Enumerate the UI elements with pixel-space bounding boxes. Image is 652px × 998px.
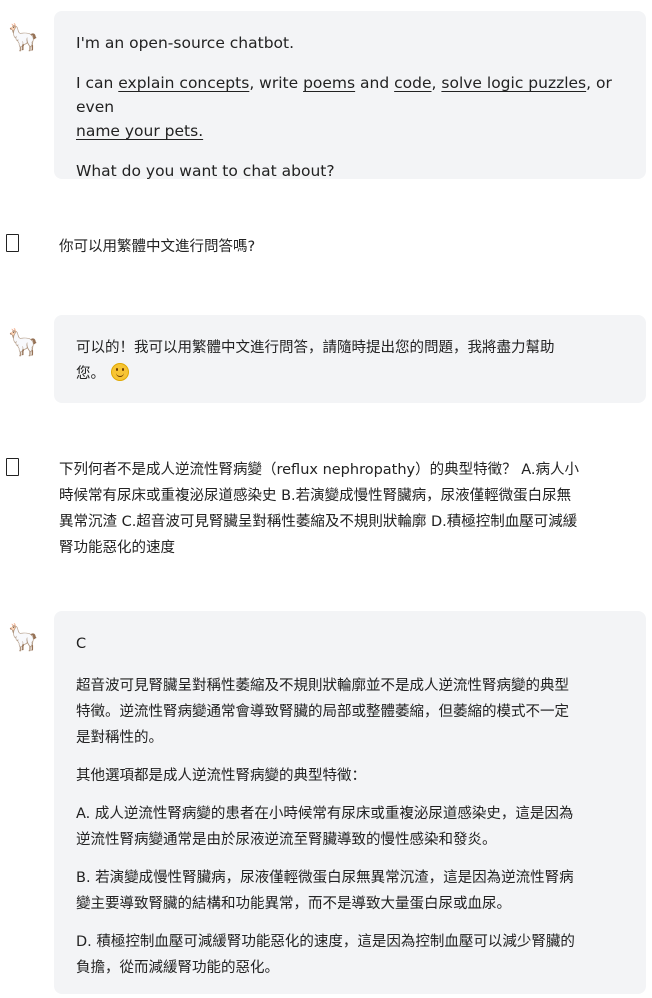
code-link[interactable]: code (394, 74, 431, 92)
text-line: A. 成人逆流性腎病變的患者在小時候常有尿床或重複泌尿道感染史，這是因為 (76, 806, 574, 822)
text-line: 負擔，從而減緩腎功能的惡化。 (76, 960, 279, 976)
text-line: 變主要導致腎臟的結構和功能異常，而不是導致大量蛋白尿或血尿。 (76, 896, 511, 912)
bot-reply-text: 您。 (76, 366, 105, 382)
text-line: 是對稱性的。 (76, 730, 163, 746)
text-segment: , write (249, 74, 304, 92)
bot-reply-line-end: 您。 (76, 361, 624, 387)
solve-logic-puzzles-link[interactable]: solve logic puzzles (441, 74, 586, 92)
text-line: 超音波可見腎臟呈對稱性萎縮及不規則狀輪廓並不是成人逆流性腎病變的典型 (76, 678, 569, 694)
text-segment: and (355, 74, 395, 92)
answer-letter: C (76, 636, 87, 652)
text-segment: , (431, 74, 442, 92)
user-text-line: 下列何者不是成人逆流性腎病變（reflux nephropathy）的典型特徵？… (59, 462, 580, 478)
answer-explanation: 超音波可見腎臟呈對稱性萎縮及不規則狀輪廓並不是成人逆流性腎病變的典型 特徵。逆流… (76, 673, 624, 751)
user-text-line: 時候常有尿床或重複泌尿道感染史 B.若演變成慢性腎臟病，尿液僅輕微蛋白尿無 (59, 488, 572, 504)
user-placeholder-icon (6, 234, 22, 254)
bot-bubble: C 超音波可見腎臟呈對稱性萎縮及不規則狀輪廓並不是成人逆流性腎病變的典型 特徵。… (54, 611, 646, 994)
bot-question-text: What do you want to chat about? (76, 162, 335, 180)
user-avatar-frame (6, 458, 19, 476)
bot-intro-text: I'm an open-source chatbot. (76, 34, 295, 52)
bot-bubble: 可以的！我可以用繁體中文進行問答，請隨時提出您的問題，我將盡力幫助 您。 (54, 315, 646, 403)
chat-log: 🦙 I'm an open-source chatbot. I can expl… (0, 0, 652, 998)
text-segment: I can (76, 74, 119, 92)
option-b-explanation: B. 若演變成慢性腎臟病，尿液僅輕微蛋白尿無異常沉渣，這是因為逆流性腎病 變主要… (76, 865, 624, 917)
smiling-face-icon (111, 363, 129, 381)
bot-capabilities-text: I can explain concepts, write poems and … (76, 71, 624, 143)
user-placeholder-icon (6, 458, 22, 478)
poems-link[interactable]: poems (303, 74, 355, 92)
user-avatar-frame (6, 234, 19, 252)
user-text-line: 異常沉渣 C.超音波可見腎臟呈對稱性萎縮及不規則狀輪廓 D.積極控制血壓可減緩 (59, 514, 578, 530)
user-text-line: 腎功能惡化的速度 (59, 540, 175, 556)
text-line: 逆流性腎病變通常是由於尿液逆流至腎臟導致的慢性感染和發炎。 (76, 832, 497, 848)
name-your-pets-link[interactable]: name your pets. (76, 122, 203, 140)
bot-reply-line: 可以的！我可以用繁體中文進行問答，請隨時提出您的問題，我將盡力幫助 (76, 340, 555, 356)
user-message-text: 下列何者不是成人逆流性腎病變（reflux nephropathy）的典型特徵？… (59, 457, 634, 561)
text-line: 特徵。逆流性腎病變通常會導致腎臟的局部或整體萎縮，但萎縮的模式不一定 (76, 704, 569, 720)
llama-icon: 🦙 (7, 23, 40, 53)
option-d-explanation: D. 積極控制血壓可減緩腎功能惡化的速度，這是因為控制血壓可以減少腎臟的 負擔，… (76, 929, 624, 981)
llama-icon: 🦙 (7, 328, 40, 358)
other-options-heading: 其他選項都是成人逆流性腎病變的典型特徵： (76, 768, 366, 784)
text-line: D. 積極控制血壓可減緩腎功能惡化的速度，這是因為控制血壓可以減少腎臟的 (76, 934, 575, 950)
user-message-text: 你可以用繁體中文進行問答嗎? (59, 239, 256, 255)
text-line: B. 若演變成慢性腎臟病，尿液僅輕微蛋白尿無異常沉渣，這是因為逆流性腎病 (76, 870, 574, 886)
llama-icon: 🦙 (7, 623, 40, 653)
bot-bubble: I'm an open-source chatbot. I can explai… (54, 11, 646, 180)
option-a-explanation: A. 成人逆流性腎病變的患者在小時候常有尿床或重複泌尿道感染史，這是因為 逆流性… (76, 801, 624, 853)
explain-concepts-link[interactable]: explain concepts (118, 74, 249, 92)
